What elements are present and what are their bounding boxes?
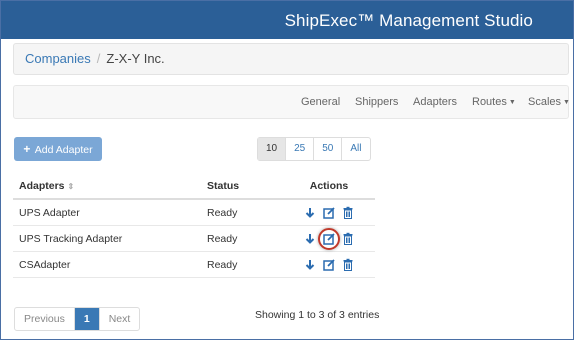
adapter-status: Ready — [201, 251, 283, 278]
table-row: UPS Tracking Adapter Ready — [13, 225, 375, 252]
add-adapter-button[interactable]: + Add Adapter — [14, 137, 102, 161]
page-size-selector: 10 25 50 All — [257, 137, 371, 161]
column-header-adapters[interactable]: Adapters ⇕ — [13, 173, 201, 200]
column-adapters-label: Adapters — [19, 179, 65, 192]
edit-icon[interactable] — [322, 258, 336, 272]
edit-icon[interactable] — [322, 206, 336, 220]
table-row: UPS Adapter Ready — [13, 199, 375, 226]
row-actions — [283, 199, 375, 226]
adapter-name: UPS Adapter — [13, 199, 201, 226]
adapter-name: CSAdapter — [13, 251, 201, 278]
nav-routes[interactable]: Routes ▼ — [472, 96, 516, 108]
download-icon[interactable] — [303, 258, 317, 272]
adapter-status: Ready — [201, 199, 283, 226]
top-bar: ShipExec™ Management Studio — [1, 1, 573, 39]
previous-page-button[interactable]: Previous — [15, 308, 74, 330]
adapter-name: UPS Tracking Adapter — [13, 225, 201, 252]
add-adapter-label: Add Adapter — [34, 144, 93, 156]
table-header-row: Adapters ⇕ Status Actions — [13, 173, 375, 200]
page-1-button[interactable]: 1 — [73, 308, 99, 330]
highlight-circle — [318, 227, 340, 250]
company-nav: General Shippers Adapters Routes ▼ Scales… — [13, 85, 570, 119]
breadcrumb: Companies / Z-X-Y Inc. — [13, 43, 569, 75]
entries-info: Showing 1 to 3 of 3 entries — [255, 309, 380, 321]
adapters-table: Adapters ⇕ Status Actions UPS Adapter Rea… — [13, 173, 375, 278]
nav-scales-label: Scales — [528, 96, 562, 108]
app-title: ShipExec™ Management Studio — [284, 11, 533, 30]
breadcrumb-current: Z-X-Y Inc. — [106, 51, 165, 66]
delete-icon[interactable] — [341, 258, 355, 272]
row-actions — [283, 225, 375, 252]
caret-down-icon: ▼ — [563, 99, 570, 106]
breadcrumb-companies-link[interactable]: Companies — [25, 51, 91, 66]
adapter-status: Ready — [201, 225, 283, 252]
nav-routes-label: Routes — [472, 96, 507, 108]
delete-icon[interactable] — [341, 232, 355, 246]
caret-down-icon: ▼ — [508, 99, 516, 106]
delete-icon[interactable] — [341, 206, 355, 220]
nav-adapters[interactable]: Adapters — [413, 96, 457, 108]
nav-shippers[interactable]: Shippers — [355, 96, 398, 108]
table-row: CSAdapter Ready — [13, 251, 375, 278]
download-icon[interactable] — [303, 232, 317, 246]
breadcrumb-separator: / — [96, 51, 101, 66]
download-icon[interactable] — [303, 206, 317, 220]
page-size-50[interactable]: 50 — [313, 138, 341, 160]
nav-scales[interactable]: Scales ▼ — [528, 96, 570, 108]
edit-icon[interactable] — [318, 227, 340, 250]
plus-icon: + — [23, 142, 31, 156]
nav-general[interactable]: General — [301, 96, 340, 108]
column-header-actions: Actions — [283, 173, 375, 200]
column-header-status: Status — [201, 173, 283, 200]
page-size-25[interactable]: 25 — [285, 138, 313, 160]
page-size-all[interactable]: All — [341, 138, 369, 160]
page-size-10[interactable]: 10 — [258, 138, 286, 160]
pagination: Previous 1 Next — [14, 307, 141, 331]
sort-icon: ⇕ — [67, 181, 75, 191]
app-window: ShipExec™ Management Studio Companies / Z-… — [0, 0, 574, 340]
next-page-button[interactable]: Next — [98, 308, 140, 330]
row-actions — [283, 251, 375, 278]
